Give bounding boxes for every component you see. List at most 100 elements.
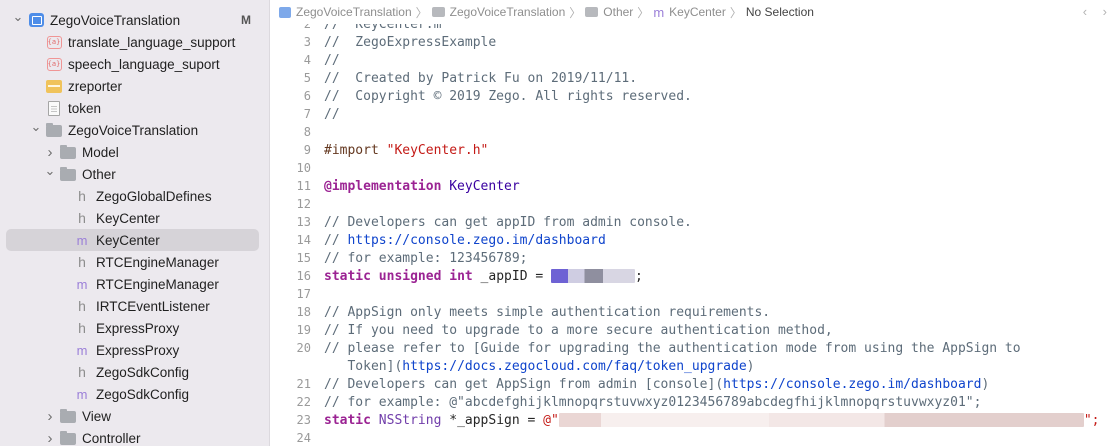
objc-file-icon: m bbox=[76, 342, 88, 358]
code-token: // please refer to [Guide for upgrading … bbox=[324, 340, 1021, 356]
chevron-down-icon[interactable]: ⌄ bbox=[12, 9, 24, 25]
navigator-item[interactable]: ⌄ ZegoVoiceTranslation bbox=[6, 119, 259, 141]
navigator-item[interactable]: zreporter bbox=[6, 75, 259, 97]
navigator-item[interactable]: m RTCEngineManager bbox=[6, 273, 259, 295]
code-line[interactable]: 8 bbox=[271, 123, 1119, 141]
code-line[interactable]: 21 // Developers can get AppSign from adm… bbox=[271, 375, 1119, 393]
code-token: // Developers can get appID from admin c… bbox=[324, 214, 692, 230]
navigator-item-label: token bbox=[68, 100, 102, 116]
navigator-item[interactable]: m ZegoSdkConfig bbox=[6, 383, 259, 405]
code-line[interactable]: 19 // If you need to upgrade to a more se… bbox=[271, 321, 1119, 339]
line-number: 16 bbox=[296, 269, 311, 283]
code-token: // KeyCenter.m bbox=[324, 24, 442, 32]
navigator-item[interactable]: token bbox=[6, 97, 259, 119]
code-line[interactable]: 23 static NSString *_appSign = @" "; bbox=[271, 411, 1119, 429]
jumpbar-item[interactable]: Other bbox=[585, 5, 633, 19]
code-line[interactable]: 7 // bbox=[271, 105, 1119, 123]
navigator-item[interactable]: › Model bbox=[6, 141, 259, 163]
code-line[interactable]: 14 // https://console.zego.im/dashboard bbox=[271, 231, 1119, 249]
code-token: // Copyright © 2019 Zego. All rights res… bbox=[324, 88, 692, 104]
code-line[interactable]: 15 // for example: 123456789; bbox=[271, 249, 1119, 267]
code-text: // bbox=[324, 107, 340, 122]
chevron-right-icon[interactable]: › bbox=[44, 408, 56, 425]
code-line[interactable]: 20 // please refer to [Guide for upgradin… bbox=[271, 339, 1119, 357]
bundle-icon bbox=[46, 78, 62, 94]
line-number: 5 bbox=[303, 71, 311, 85]
navigator-item[interactable]: h KeyCenter bbox=[6, 207, 259, 229]
code-link[interactable]: https://console.zego.im/dashboard bbox=[723, 377, 981, 392]
code-token: // ZegoExpressExample bbox=[324, 34, 497, 50]
chevron-down-icon[interactable]: ⌄ bbox=[44, 163, 56, 179]
project-icon bbox=[279, 6, 291, 18]
code-token: int bbox=[449, 268, 473, 284]
code-text: @implementation KeyCenter bbox=[324, 179, 520, 194]
code-token: "KeyCenter.h" bbox=[386, 142, 489, 158]
navigator-item[interactable]: {a} speech_language_suport bbox=[6, 53, 259, 75]
code-text: // ZegoExpressExample bbox=[324, 35, 496, 50]
navigator-item-label: KeyCenter bbox=[96, 232, 160, 248]
line-number: 12 bbox=[296, 197, 311, 211]
jumpbar-item[interactable]: ZegoVoiceTranslation bbox=[279, 5, 412, 19]
code-line[interactable]: 11 @implementation KeyCenter bbox=[271, 177, 1119, 195]
navigator-item[interactable]: m ExpressProxy bbox=[6, 339, 259, 361]
navigator-item[interactable]: h ZegoSdkConfig bbox=[6, 361, 259, 383]
navigator-item[interactable]: {a} translate_language_support bbox=[6, 31, 259, 53]
navigator-item[interactable]: › Controller bbox=[6, 427, 259, 446]
navigator-item[interactable]: h IRTCEventListener bbox=[6, 295, 259, 317]
navigator-item[interactable]: h ExpressProxy bbox=[6, 317, 259, 339]
code-token: // Created by Patrick Fu on 2019/11/11. bbox=[324, 70, 638, 86]
code-line[interactable]: 13 // Developers can get appID from admin… bbox=[271, 213, 1119, 231]
line-number: 14 bbox=[296, 233, 311, 247]
chevron-right-icon[interactable]: › bbox=[44, 144, 56, 161]
code-line[interactable]: 17 bbox=[271, 285, 1119, 303]
related-items-nav-icon[interactable]: ‹ › bbox=[1083, 4, 1113, 19]
code-line[interactable]: 24 bbox=[271, 429, 1119, 446]
code-line[interactable]: 10 bbox=[271, 159, 1119, 177]
navigator-item[interactable]: ⌄ Other bbox=[6, 163, 259, 185]
code-line[interactable]: 6 // Copyright © 2019 Zego. All rights re… bbox=[271, 87, 1119, 105]
code-line[interactable]: Token](https://docs.zegocloud.com/faq/to… bbox=[271, 357, 1119, 375]
objc-file-icon: m bbox=[76, 386, 88, 402]
line-number: 15 bbox=[296, 251, 311, 265]
code-text: Token](https://docs.zegocloud.com/faq/to… bbox=[324, 359, 754, 374]
jumpbar-item[interactable]: No Selection bbox=[746, 5, 814, 19]
navigator-item-label: ZegoVoiceTranslation bbox=[50, 12, 181, 28]
code-link[interactable]: https://docs.zegocloud.com/faq/token_upg… bbox=[402, 359, 746, 374]
code-line[interactable]: 4 // bbox=[271, 51, 1119, 69]
source-editor[interactable]: 2 // KeyCenter.m 3 // ZegoExpressExample 4 //… bbox=[271, 24, 1119, 446]
jumpbar-item-label: Other bbox=[603, 5, 634, 19]
code-line[interactable]: 12 bbox=[271, 195, 1119, 213]
chevron-down-icon[interactable]: ⌄ bbox=[30, 119, 42, 135]
code-token: ) bbox=[746, 358, 755, 374]
code-line[interactable]: 16 static unsigned int _appID = ; bbox=[271, 267, 1119, 285]
navigator-item-label: ZegoGlobalDefines bbox=[96, 188, 212, 204]
objc-file-icon: m bbox=[653, 4, 665, 20]
code-token: // bbox=[324, 232, 348, 248]
code-line[interactable]: 9 #import "KeyCenter.h" bbox=[271, 141, 1119, 159]
code-line[interactable]: 3 // ZegoExpressExample bbox=[271, 33, 1119, 51]
folder-icon bbox=[46, 122, 62, 138]
strings-icon: {a} bbox=[46, 34, 62, 50]
code-token: // for example: @"abcdefghijklmnopqrstuv… bbox=[324, 394, 982, 410]
code-token: // If you need to upgrade to a more secu… bbox=[324, 322, 833, 338]
code-token: // Developers can get AppSign from admin… bbox=[324, 376, 724, 392]
navigator-item[interactable]: h RTCEngineManager bbox=[6, 251, 259, 273]
line-number: 7 bbox=[303, 107, 311, 121]
navigator-item[interactable]: m KeyCenter bbox=[6, 229, 259, 251]
navigator-item[interactable]: › View bbox=[6, 405, 259, 427]
code-link[interactable]: https://console.zego.im/dashboard bbox=[347, 233, 605, 248]
scm-status-badge: M bbox=[241, 13, 251, 27]
jumpbar-item[interactable]: ZegoVoiceTranslation bbox=[431, 5, 565, 19]
chevron-right-icon[interactable]: › bbox=[44, 430, 56, 446]
code-line[interactable]: 5 // Created by Patrick Fu on 2019/11/11. bbox=[271, 69, 1119, 87]
jumpbar-item[interactable]: m KeyCenter bbox=[653, 5, 726, 20]
navigator-item[interactable]: h ZegoGlobalDefines bbox=[6, 185, 259, 207]
code-line[interactable]: 2 // KeyCenter.m bbox=[271, 24, 1119, 33]
navigator-item[interactable]: ⌄ ZegoVoiceTranslation M bbox=[6, 9, 259, 31]
navigator-item-label: RTCEngineManager bbox=[96, 254, 219, 270]
folder-icon bbox=[60, 408, 76, 424]
code-line[interactable]: 22 // for example: @"abcdefghijklmnopqrst… bbox=[271, 393, 1119, 411]
code-line[interactable]: 18 // AppSign only meets simple authentic… bbox=[271, 303, 1119, 321]
code-text: // If you need to upgrade to a more secu… bbox=[324, 323, 833, 338]
